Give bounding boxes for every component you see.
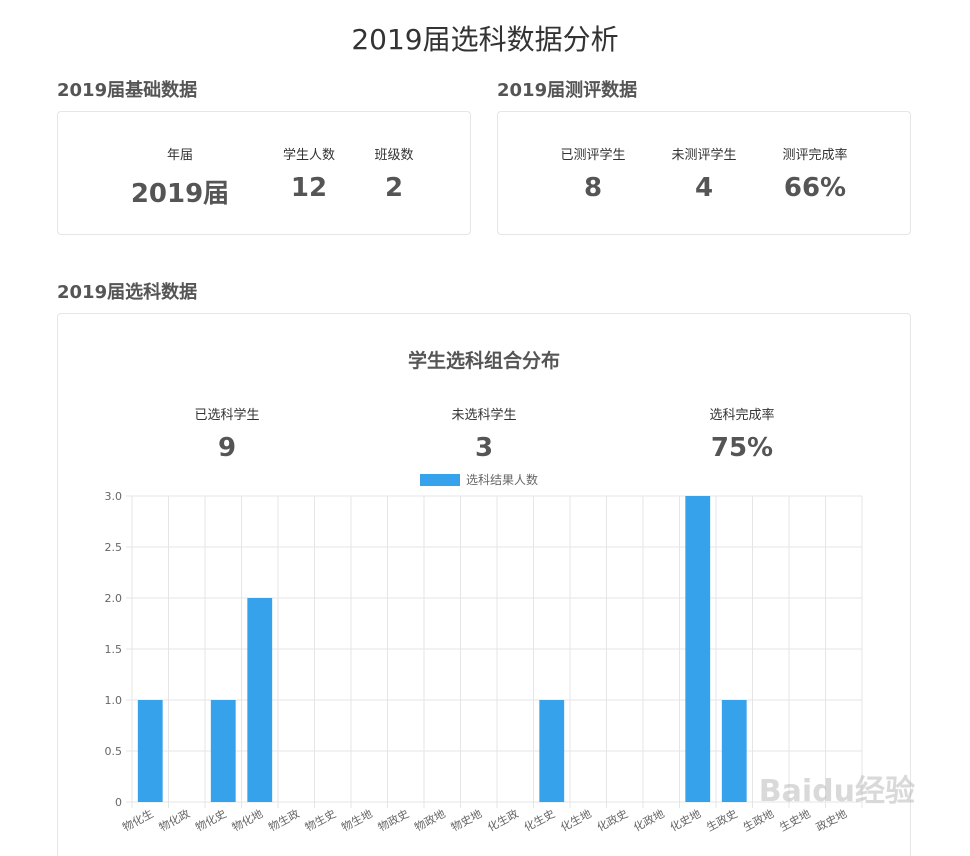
y-tick-label: 2.0 [105,592,123,605]
grid-lines [126,495,863,808]
bar[interactable] [137,700,163,802]
x-tick-label: 物化政 [156,806,192,834]
watermark: Baidu经验 [758,774,915,809]
bar[interactable] [247,598,273,802]
x-tick-label: 化生政 [485,806,521,834]
x-tick-label: 物化地 [229,806,265,834]
x-tick-label: 物生史 [302,806,338,834]
x-tick-label: 物生政 [266,806,302,834]
x-tick-label: 化政地 [631,806,667,834]
x-tick-label: 物化史 [193,806,229,834]
bar[interactable] [210,700,236,802]
y-tick-label: 0 [115,796,122,809]
x-tick-label: 生政地 [740,806,776,834]
bar-chart: 0 0.5 1.0 1.5 2.0 2.5 3.0 物化生 物化政 物化史 物化地 物生政 物生史 物生… [105,490,863,834]
y-tick-label: 1.0 [105,694,123,707]
x-tick-label: 政史地 [813,806,849,834]
x-tick-label: 化政史 [594,806,630,834]
x-axis-ticks: 物化生 物化政 物化史 物化地 物生政 物生史 物生地 物政史 物政地 物史地 化生政 化生史 化生地化… [120,806,849,834]
x-tick-label: 物化生 [120,806,156,834]
x-tick-label: 生政史 [704,806,740,834]
bar[interactable] [539,700,565,802]
x-tick-label: 物政地 [412,806,448,834]
x-tick-label: 化生史 [521,806,557,834]
y-tick-label: 3.0 [105,490,123,503]
y-tick-label: 2.5 [105,541,123,554]
y-tick-label: 1.5 [105,643,123,656]
x-tick-label: 化生地 [558,806,594,834]
x-tick-label: 物生地 [339,806,375,834]
y-tick-label: 0.5 [105,745,123,758]
y-axis-ticks: 0 0.5 1.0 1.5 2.0 2.5 3.0 [105,490,123,809]
x-tick-label: 化史地 [667,806,703,834]
x-tick-label: 物史地 [448,806,484,834]
bar[interactable] [721,700,747,802]
bar[interactable] [685,496,711,802]
x-tick-label: 生史地 [777,806,813,834]
x-tick-label: 物政史 [375,806,411,834]
